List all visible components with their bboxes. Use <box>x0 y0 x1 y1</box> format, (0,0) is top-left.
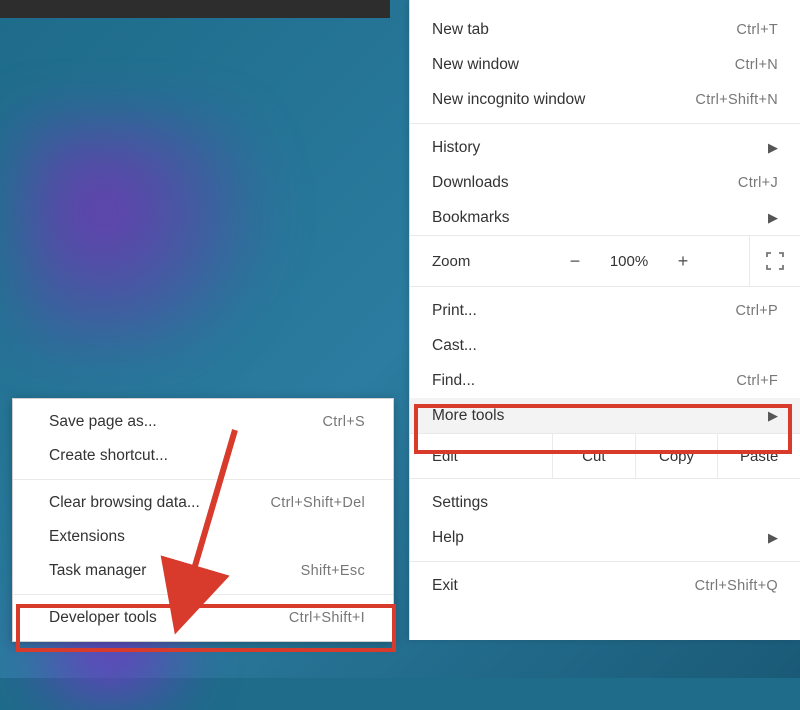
cut-button[interactable]: Cut <box>552 434 635 478</box>
menu-item-edit: Edit Cut Copy Paste <box>410 433 800 479</box>
menu-label: New window <box>432 56 519 74</box>
menu-label: History <box>432 139 480 157</box>
menu-item-zoom: Zoom − 100% + <box>410 235 800 287</box>
menu-item-settings[interactable]: Settings <box>410 485 800 520</box>
chevron-right-icon: ▶ <box>768 140 778 156</box>
fullscreen-button[interactable] <box>749 236 800 286</box>
chrome-main-menu: New tab Ctrl+T New window Ctrl+N New inc… <box>409 0 800 640</box>
menu-label: Bookmarks <box>432 209 510 227</box>
menu-item-exit[interactable]: Exit Ctrl+Shift+Q <box>410 568 800 603</box>
menu-label: Print... <box>432 302 477 320</box>
chevron-right-icon: ▶ <box>768 210 778 226</box>
zoom-value: 100% <box>598 253 660 270</box>
submenu-item-task-manager[interactable]: Task manager Shift+Esc <box>13 554 393 588</box>
fullscreen-icon <box>766 252 784 270</box>
chevron-right-icon: ▶ <box>768 530 778 546</box>
menu-shortcut: Ctrl+T <box>736 22 778 38</box>
menu-shortcut: Ctrl+F <box>736 373 778 389</box>
submenu-item-save-page[interactable]: Save page as... Ctrl+S <box>13 405 393 439</box>
menu-shortcut: Ctrl+Shift+Q <box>695 578 778 594</box>
menu-item-help[interactable]: Help ▶ <box>410 520 800 555</box>
menu-item-new-window[interactable]: New window Ctrl+N <box>410 47 800 82</box>
menu-item-new-incognito[interactable]: New incognito window Ctrl+Shift+N <box>410 82 800 117</box>
menu-shortcut: Ctrl+Shift+I <box>289 610 365 626</box>
menu-shortcut: Shift+Esc <box>301 563 365 579</box>
menu-shortcut: Ctrl+J <box>738 175 778 191</box>
menu-item-find[interactable]: Find... Ctrl+F <box>410 363 800 398</box>
menu-item-history[interactable]: History ▶ <box>410 130 800 165</box>
menu-label: Find... <box>432 372 475 390</box>
chevron-right-icon: ▶ <box>768 408 778 424</box>
menu-label: Help <box>432 529 464 547</box>
menu-label: Create shortcut... <box>49 447 168 465</box>
menu-separator <box>13 479 393 480</box>
copy-button[interactable]: Copy <box>635 434 718 478</box>
menu-label: Task manager <box>49 562 146 580</box>
menu-item-print[interactable]: Print... Ctrl+P <box>410 293 800 328</box>
menu-label: Settings <box>432 494 488 512</box>
edit-label: Edit <box>410 448 552 465</box>
paste-button[interactable]: Paste <box>717 434 800 478</box>
menu-label: New tab <box>432 21 489 39</box>
menu-separator <box>13 594 393 595</box>
menu-separator <box>410 123 800 124</box>
menu-item-new-tab[interactable]: New tab Ctrl+T <box>410 12 800 47</box>
submenu-item-developer-tools[interactable]: Developer tools Ctrl+Shift+I <box>13 601 393 635</box>
menu-shortcut: Ctrl+Shift+N <box>695 92 778 108</box>
background-blur <box>20 120 300 350</box>
menu-item-bookmarks[interactable]: Bookmarks ▶ <box>410 200 800 235</box>
menu-item-cast[interactable]: Cast... <box>410 328 800 363</box>
menu-label: Developer tools <box>49 609 157 627</box>
menu-shortcut: Ctrl+S <box>323 414 366 430</box>
menu-shortcut: Ctrl+P <box>736 303 779 319</box>
zoom-label: Zoom <box>410 253 552 270</box>
zoom-out-button[interactable]: − <box>552 251 598 272</box>
menu-label: Save page as... <box>49 413 157 431</box>
menu-label: Downloads <box>432 174 509 192</box>
submenu-item-clear-data[interactable]: Clear browsing data... Ctrl+Shift+Del <box>13 486 393 520</box>
submenu-item-create-shortcut[interactable]: Create shortcut... <box>13 439 393 473</box>
menu-label: New incognito window <box>432 91 585 109</box>
menu-label: More tools <box>432 407 504 425</box>
menu-item-downloads[interactable]: Downloads Ctrl+J <box>410 165 800 200</box>
zoom-in-button[interactable]: + <box>660 251 706 272</box>
menu-label: Exit <box>432 577 458 595</box>
menu-separator <box>410 561 800 562</box>
submenu-item-extensions[interactable]: Extensions <box>13 520 393 554</box>
menu-shortcut: Ctrl+N <box>735 57 778 73</box>
browser-tab-strip <box>0 0 390 18</box>
more-tools-submenu: Save page as... Ctrl+S Create shortcut..… <box>12 398 394 642</box>
menu-label: Clear browsing data... <box>49 494 200 512</box>
menu-item-more-tools[interactable]: More tools ▶ <box>410 398 800 433</box>
menu-label: Extensions <box>49 528 125 546</box>
menu-shortcut: Ctrl+Shift+Del <box>271 495 365 511</box>
menu-label: Cast... <box>432 337 477 355</box>
